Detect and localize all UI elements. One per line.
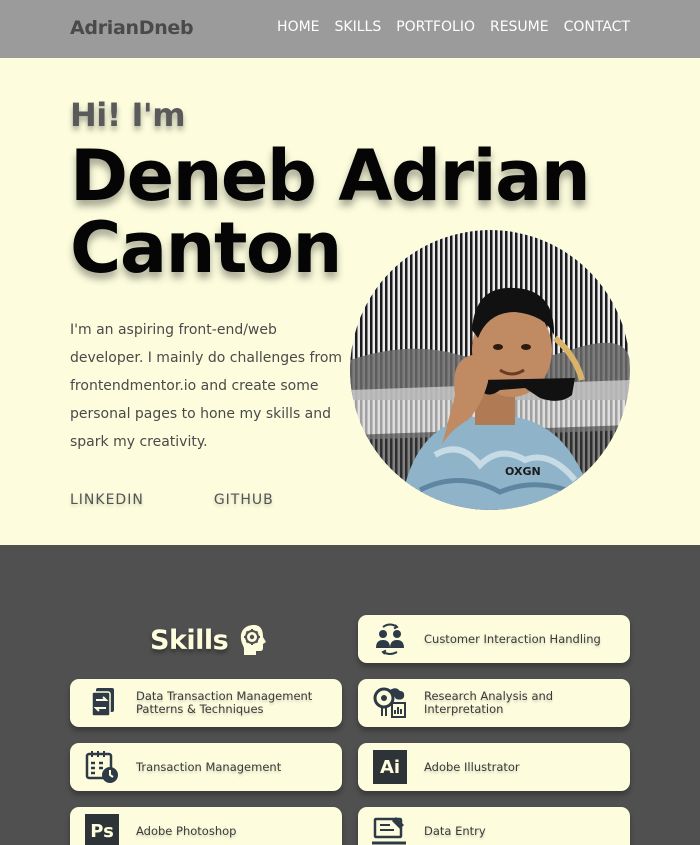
- hero-greeting: Hi! I'm: [70, 96, 186, 134]
- nav-portfolio-link[interactable]: PORTFOLIO: [396, 19, 475, 35]
- skill-label: Research Analysis and Interpretation: [424, 689, 554, 716]
- people-exchange-icon: [370, 619, 410, 659]
- document-transfer-icon: [82, 683, 122, 723]
- nav-home-link[interactable]: HOME: [277, 19, 319, 35]
- research-analysis-icon: [370, 683, 410, 723]
- shirt-print: OXGN: [505, 465, 541, 478]
- skill-label: Customer Interaction Handling: [424, 631, 601, 646]
- skill-card-adobe-photoshop: Ps Adobe Photoshop: [70, 807, 342, 845]
- calendar-clock-icon: [82, 747, 122, 787]
- skill-label: Data Transaction Management Patterns & T…: [136, 689, 313, 716]
- profile-photo: OXGN: [350, 230, 630, 510]
- linkedin-link[interactable]: LINKEDIN: [70, 492, 144, 508]
- skills-heading: Skills: [150, 623, 270, 657]
- skill-card-data-transaction: Data Transaction Management Patterns & T…: [70, 679, 342, 727]
- skill-label: Adobe Photoshop: [136, 823, 237, 838]
- skill-label: Transaction Management: [136, 759, 282, 774]
- skill-label: Adobe Illustrator: [424, 759, 520, 774]
- data-entry-icon: [370, 811, 410, 845]
- skill-card-adobe-illustrator: Ai Adobe Illustrator: [358, 743, 630, 791]
- skill-card-research-analysis: Research Analysis and Interpretation: [358, 679, 630, 727]
- skill-card-data-entry: Data Entry: [358, 807, 630, 845]
- adobe-photoshop-icon: Ps: [82, 811, 122, 845]
- skills-section: Skills Customer Interaction Handling Dat…: [0, 545, 700, 845]
- nav-menu: HOME SKILLS PORTFOLIO RESUME CONTACT: [277, 19, 630, 35]
- skills-title: Skills: [150, 624, 229, 656]
- site-logo[interactable]: AdrianDneb: [70, 17, 194, 39]
- hero-section: Hi! I'm Deneb Adrian Canton I'm an aspir…: [0, 58, 700, 545]
- skill-label: Data Entry: [424, 823, 486, 838]
- nav-skills-link[interactable]: SKILLS: [335, 19, 382, 35]
- brain-head-icon: [241, 625, 267, 655]
- navbar: AdrianDneb HOME SKILLS PORTFOLIO RESUME …: [0, 0, 700, 58]
- nav-resume-link[interactable]: RESUME: [490, 19, 549, 35]
- adobe-illustrator-icon: Ai: [370, 747, 410, 787]
- social-links: LINKEDIN GITHUB: [70, 492, 274, 508]
- skill-card-customer-interaction: Customer Interaction Handling: [358, 615, 630, 663]
- nav-contact-link[interactable]: CONTACT: [564, 19, 630, 35]
- hero-bio: I'm an aspiring front-end/web developer.…: [70, 322, 343, 450]
- skill-card-transaction-management: Transaction Management: [70, 743, 342, 791]
- github-link[interactable]: GITHUB: [214, 492, 274, 508]
